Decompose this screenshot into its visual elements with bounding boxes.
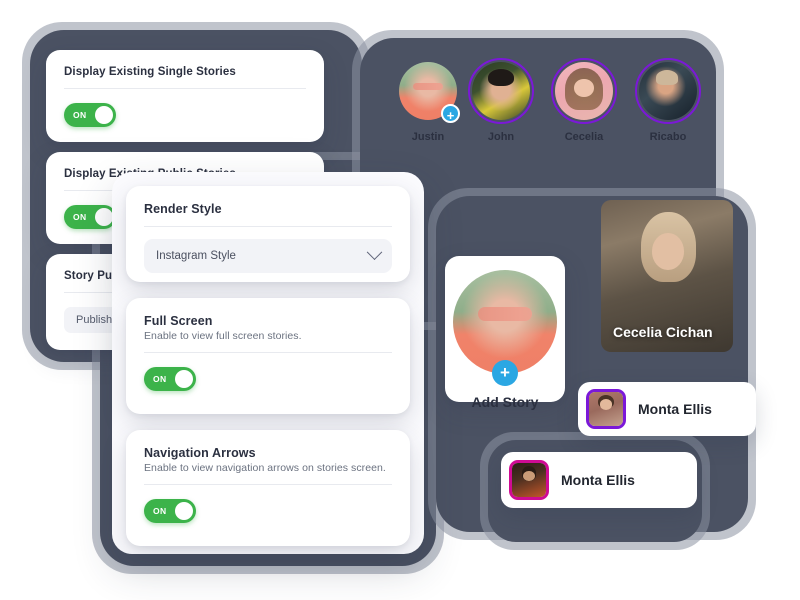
screenshot-stage: Display Existing Single Stories ON Displ… bbox=[0, 0, 800, 600]
toggle-knob bbox=[175, 502, 193, 520]
toggle-label: ON bbox=[153, 374, 167, 384]
card-description: Enable to view full screen stories. bbox=[144, 330, 302, 342]
user-row-monta-ellis-2[interactable]: Monta Ellis bbox=[501, 452, 697, 508]
toggle-label: ON bbox=[73, 212, 87, 222]
avatar bbox=[472, 62, 530, 120]
render-style-select[interactable]: Instagram Style bbox=[144, 239, 392, 273]
add-story-avatar bbox=[453, 270, 557, 374]
toggle-label: ON bbox=[73, 110, 87, 120]
card-full-screen[interactable]: Full Screen Enable to view full screen s… bbox=[126, 298, 410, 414]
story-item-justin[interactable]: + Justin bbox=[395, 58, 461, 143]
add-story-plus-icon[interactable]: + bbox=[492, 360, 518, 386]
avatar bbox=[555, 62, 613, 120]
user-avatar bbox=[509, 460, 549, 500]
story-ring bbox=[468, 58, 534, 124]
divider bbox=[144, 484, 392, 485]
story-name: Cecelia bbox=[564, 131, 604, 143]
story-name: Ricabo bbox=[649, 131, 687, 143]
card-navigation-arrows[interactable]: Navigation Arrows Enable to view navigat… bbox=[126, 430, 410, 546]
featured-story-caption: Cecelia Cichan bbox=[613, 324, 713, 340]
story-ring bbox=[551, 58, 617, 124]
add-story-badge-icon[interactable]: + bbox=[441, 104, 460, 123]
toggle-display-single-stories[interactable]: ON bbox=[64, 103, 116, 127]
story-ring: + bbox=[395, 58, 461, 124]
add-story-avatar-wrap: + bbox=[453, 270, 557, 386]
avatar bbox=[639, 62, 697, 120]
story-item-john[interactable]: John bbox=[468, 58, 534, 143]
story-name: John bbox=[487, 131, 515, 143]
divider bbox=[144, 226, 392, 227]
card-description: Enable to view navigation arrows on stor… bbox=[144, 462, 386, 474]
story-item-ricabo[interactable]: Ricabo bbox=[635, 58, 701, 143]
add-story-label: Add Story bbox=[471, 394, 539, 410]
toggle-navigation-arrows[interactable]: ON bbox=[144, 499, 196, 523]
story-item-cecelia[interactable]: Cecelia bbox=[551, 58, 617, 143]
user-avatar bbox=[586, 389, 626, 429]
featured-story-card[interactable]: Cecelia Cichan bbox=[601, 200, 733, 352]
user-row-monta-ellis-1[interactable]: Monta Ellis bbox=[578, 382, 756, 436]
user-name: Monta Ellis bbox=[638, 401, 712, 417]
chevron-down-icon bbox=[366, 243, 383, 260]
story-name: Justin bbox=[411, 131, 445, 143]
card-title: Display Existing Single Stories bbox=[64, 66, 236, 78]
card-display-single-stories[interactable]: Display Existing Single Stories ON bbox=[46, 50, 324, 142]
toggle-full-screen[interactable]: ON bbox=[144, 367, 196, 391]
toggle-knob bbox=[95, 208, 113, 226]
card-title: Render Style bbox=[144, 202, 222, 216]
toggle-display-public-stories[interactable]: ON bbox=[64, 205, 116, 229]
card-title: Full Screen bbox=[144, 314, 213, 328]
divider bbox=[64, 88, 306, 89]
toggle-label: ON bbox=[153, 506, 167, 516]
add-story-card[interactable]: + Add Story bbox=[445, 256, 565, 410]
divider bbox=[144, 352, 392, 353]
toggle-knob bbox=[95, 106, 113, 124]
render-style-value: Instagram Style bbox=[156, 250, 236, 262]
card-title: Navigation Arrows bbox=[144, 446, 256, 460]
card-render-style[interactable]: Render Style Instagram Style bbox=[126, 186, 410, 282]
user-name: Monta Ellis bbox=[561, 472, 635, 488]
toggle-knob bbox=[175, 370, 193, 388]
story-ring bbox=[635, 58, 701, 124]
